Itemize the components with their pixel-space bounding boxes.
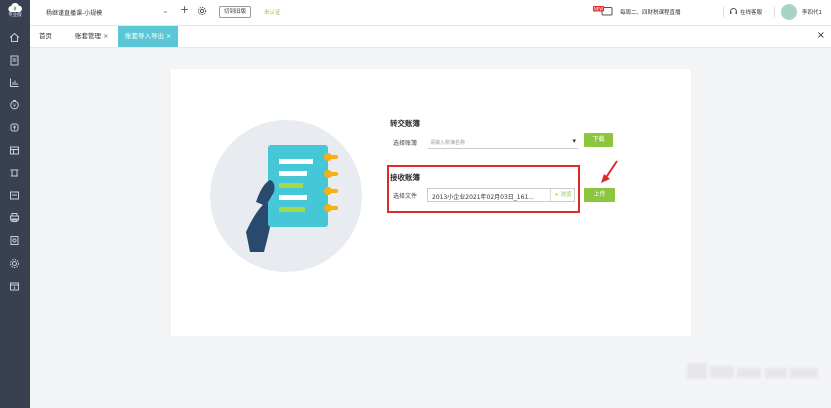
gear-icon[interactable]	[197, 6, 207, 16]
tab-label: 账套管理	[75, 32, 101, 40]
live-tv-icon: NEW	[593, 6, 613, 16]
new-badge-label: NEW	[594, 6, 604, 11]
file-name: 2013小企业2021年02月03日_161...	[432, 194, 534, 201]
switch-old-version-button[interactable]: 切到旧版	[219, 6, 252, 18]
invoice-icon[interactable]	[8, 189, 21, 202]
close-icon[interactable]: ×	[166, 32, 171, 40]
divider	[774, 7, 775, 17]
home-icon[interactable]	[8, 31, 21, 44]
cloud-logo-icon: ¥	[8, 3, 22, 13]
logo-label: 专业版	[8, 13, 22, 18]
tab-account-management[interactable]: 账套管理 ×	[75, 26, 108, 47]
svg-text:¥: ¥	[13, 103, 16, 109]
blurred-watermark	[765, 368, 787, 378]
svg-text:¥: ¥	[13, 7, 16, 13]
chevron-down-icon[interactable]: ⌄	[162, 6, 169, 15]
customer-service-icon[interactable]	[729, 7, 738, 16]
browse-button[interactable]: + 浏览	[550, 189, 575, 201]
top-bar: 杨继谨直播课-小规模 ⌄ + 切到旧版 未认证 NEW 每周二、四财税课程直播 …	[30, 0, 831, 26]
app-logo[interactable]: ¥ 专业版	[3, 2, 27, 22]
tab-bar: 首页 账套管理 × 账套导入导出 × ×	[30, 26, 831, 48]
chart-icon[interactable]	[8, 76, 21, 89]
settings-icon[interactable]	[8, 257, 21, 270]
user-name[interactable]: 李四代1	[802, 8, 822, 16]
receive-title: 接收账簿	[390, 173, 420, 182]
voucher-icon[interactable]	[8, 54, 21, 67]
select-ledger-label: 选择账簿	[393, 140, 418, 147]
company-name[interactable]: 杨继谨直播课-小规模	[46, 8, 102, 17]
sidebar: ¥ 专业版 ¥	[0, 0, 30, 408]
tab-home[interactable]: 首页	[39, 26, 52, 47]
import-export-card: 转交账簿 选择账簿 请输入账簿名称 ▾ 下载 接收账簿 选择文件 2013小企业…	[171, 69, 691, 336]
blurred-watermark	[790, 368, 818, 378]
select-file-label: 选择文件	[393, 193, 418, 200]
export-icon[interactable]	[8, 280, 21, 293]
ledger-select[interactable]: 请输入账簿名称 ▾	[428, 136, 578, 149]
add-icon[interactable]: +	[180, 3, 189, 16]
blurred-watermark	[687, 363, 707, 379]
caret-down-icon[interactable]: ▾	[572, 137, 576, 145]
transfer-title: 转交账簿	[390, 119, 420, 128]
close-all-tabs-icon[interactable]: ×	[817, 30, 825, 41]
tab-label: 首页	[39, 32, 52, 40]
avatar[interactable]	[781, 4, 797, 20]
divider	[723, 7, 724, 17]
blurred-watermark	[737, 368, 761, 378]
blurred-watermark	[710, 366, 734, 378]
coin-icon[interactable]	[8, 121, 21, 134]
certification-status[interactable]: 未认证	[264, 8, 281, 16]
money-bag-icon[interactable]: ¥	[8, 98, 21, 111]
download-button[interactable]: 下载	[584, 133, 613, 147]
tab-label: 账套导入导出	[125, 32, 164, 40]
online-service-link[interactable]: 在线客服	[740, 8, 762, 16]
red-arrow-icon	[601, 160, 618, 183]
select-placeholder: 请输入账簿名称	[430, 140, 466, 146]
file-input[interactable]: 2013小企业2021年02月03日_161... + 浏览	[427, 188, 575, 202]
printer-icon[interactable]	[8, 211, 21, 224]
notebook-illustration	[210, 120, 362, 272]
tab-import-export[interactable]: 账套导入导出 ×	[118, 26, 179, 47]
tax-icon[interactable]	[8, 166, 21, 179]
close-icon[interactable]: ×	[103, 32, 108, 40]
upload-button[interactable]: 上传	[584, 188, 615, 202]
live-course-link[interactable]: 每周二、四财税课程直播	[620, 8, 681, 16]
report-icon[interactable]	[8, 234, 21, 247]
ledger-icon[interactable]	[8, 144, 21, 157]
